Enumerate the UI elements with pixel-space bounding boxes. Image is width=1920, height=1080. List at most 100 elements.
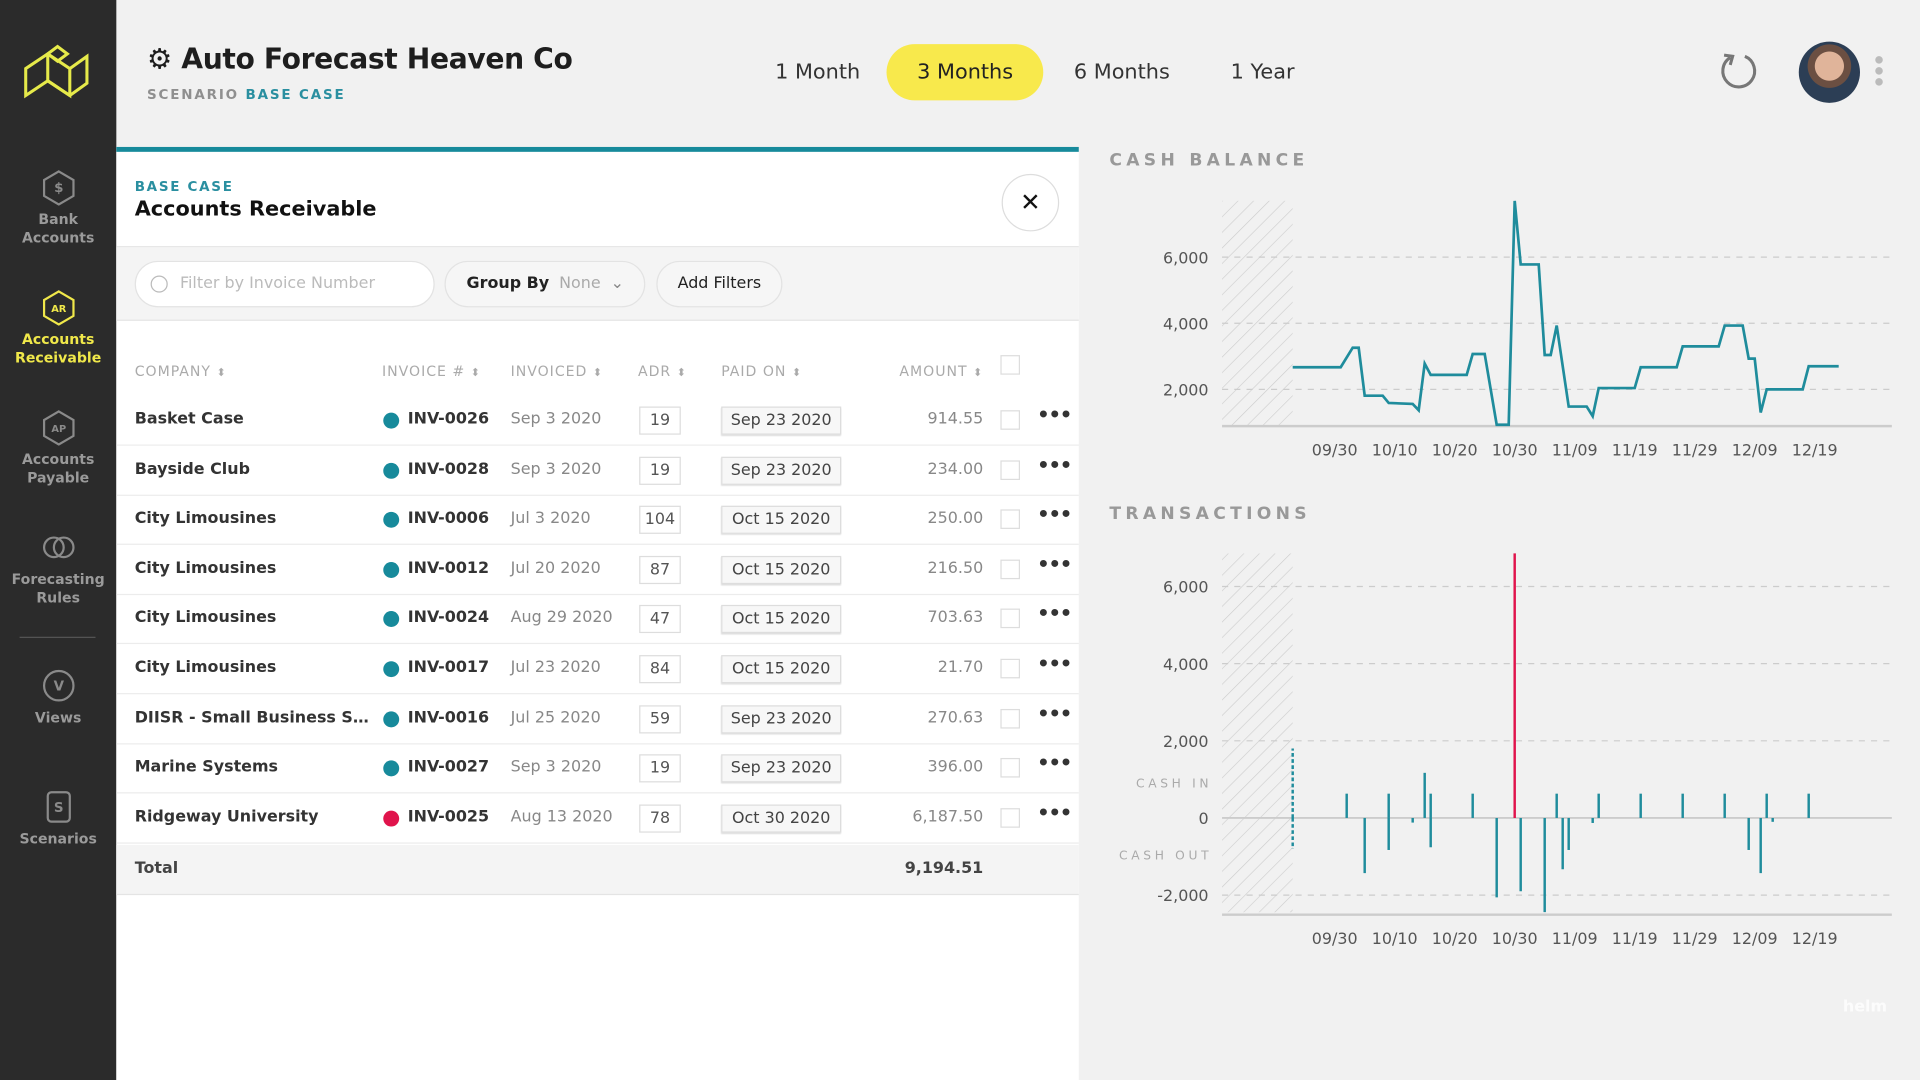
table-row[interactable]: City Limousines INV-0006 Jul 3 2020 104 …	[116, 495, 1079, 546]
sidebar-item-4[interactable]: V Views	[0, 667, 116, 727]
table-row[interactable]: Marine Systems INV-0027 Sep 3 2020 19 Se…	[116, 743, 1079, 794]
invoice-cell[interactable]: INV-0006	[408, 510, 489, 528]
paid-on-datepicker[interactable]: Oct 15 2020	[721, 605, 842, 634]
invoice-cell[interactable]: INV-0024	[408, 609, 489, 627]
invoice-cell[interactable]: INV-0017	[408, 659, 489, 677]
sidebar-item-3[interactable]: Forecasting Rules	[0, 529, 116, 607]
more-options-icon[interactable]: •••	[1037, 701, 1072, 724]
adr-input[interactable]: 47	[639, 605, 681, 634]
chevron-down-icon: ⌄	[610, 274, 624, 293]
company-cell[interactable]: DIISR - Small Business Services	[135, 708, 375, 726]
sidebar-label: Views	[34, 708, 82, 727]
row-checkbox[interactable]	[1000, 708, 1021, 729]
breadcrumb[interactable]: BASE CASE	[135, 179, 234, 195]
paid-on-datepicker[interactable]: Sep 23 2020	[721, 754, 842, 783]
range-tab-0[interactable]: 1 Month	[744, 44, 890, 100]
adr-input[interactable]: 19	[639, 456, 681, 485]
row-checkbox[interactable]	[1000, 559, 1021, 579]
table-row[interactable]: Ridgeway University INV-0025 Aug 13 2020…	[116, 793, 1079, 844]
invoice-cell[interactable]: INV-0025	[408, 808, 489, 826]
company-cell[interactable]: City Limousines	[135, 659, 375, 677]
x-tick-label: 10/20	[1432, 441, 1478, 460]
paid-on-datepicker[interactable]: Sep 23 2020	[721, 456, 842, 485]
adr-input[interactable]: 19	[639, 754, 681, 783]
invoice-cell[interactable]: INV-0028	[408, 460, 489, 478]
adr-input[interactable]: 104	[639, 505, 681, 535]
column-label: INVOICED	[510, 362, 588, 380]
more-options-icon[interactable]: •••	[1037, 801, 1072, 824]
invoiced-cell: Sep 3 2020	[510, 410, 602, 429]
table-row[interactable]: Basket Case INV-0026 Sep 3 2020 19 Sep 2…	[116, 396, 1079, 446]
column-header-1[interactable]: INVOICE # ⬍	[382, 362, 481, 379]
table-row[interactable]: City Limousines INV-0012 Jul 20 2020 87 …	[116, 545, 1079, 595]
paid-on-datepicker[interactable]: Oct 30 2020	[721, 804, 842, 833]
adr-input[interactable]: 19	[639, 406, 681, 435]
company-cell[interactable]: City Limousines	[135, 510, 375, 528]
row-checkbox[interactable]	[1000, 658, 1021, 679]
y-tick-label: 4,000	[1163, 314, 1209, 333]
invoice-search-input[interactable]: Filter by Invoice Number	[134, 260, 435, 308]
svg-text:AR: AR	[51, 304, 67, 315]
sidebar-label: Scenarios	[19, 830, 97, 848]
x-tick-label: 09/30	[1312, 441, 1358, 460]
column-label: COMPANY	[134, 362, 211, 380]
table-row[interactable]: DIISR - Small Business Services INV-0016…	[116, 694, 1079, 744]
group-by-value: None	[559, 274, 601, 293]
invoice-cell[interactable]: INV-0026	[408, 410, 489, 428]
paid-on-datepicker[interactable]: Oct 15 2020	[721, 655, 842, 684]
column-header-3[interactable]: ADR ⬍	[638, 362, 687, 379]
company-cell[interactable]: Ridgeway University	[135, 808, 375, 826]
invoice-cell[interactable]: INV-0016	[408, 708, 489, 726]
company-cell[interactable]: City Limousines	[135, 559, 375, 577]
ar-hexagon-icon: AR	[42, 290, 74, 326]
row-checkbox[interactable]	[1000, 609, 1021, 629]
paid-on-datepicker[interactable]: Sep 23 2020	[721, 406, 842, 435]
table-row[interactable]: City Limousines INV-0024 Aug 29 2020 47 …	[116, 594, 1079, 645]
table-row[interactable]: City Limousines INV-0017 Jul 23 2020 84 …	[116, 644, 1079, 695]
company-cell[interactable]: Marine Systems	[135, 758, 375, 776]
column-header-4[interactable]: PAID ON ⬍	[721, 362, 802, 379]
more-options-icon[interactable]: •••	[1037, 751, 1072, 774]
sidebar-item-1[interactable]: AR Accounts Receivable	[0, 289, 116, 367]
range-tab-1[interactable]: 3 Months	[886, 44, 1044, 101]
helm-logo-icon[interactable]	[21, 42, 92, 106]
row-checkbox[interactable]	[1000, 807, 1021, 828]
x-tick-label: 12/19	[1792, 929, 1838, 948]
invoice-cell[interactable]: INV-0027	[408, 758, 489, 776]
more-options-icon[interactable]: •••	[1037, 502, 1072, 525]
close-button[interactable]: ✕	[1001, 173, 1060, 232]
column-header-5[interactable]: AMOUNT ⬍	[899, 362, 983, 379]
adr-input[interactable]: 59	[639, 704, 681, 733]
sidebar-item-5[interactable]: S Scenarios	[0, 789, 116, 849]
company-cell[interactable]: City Limousines	[135, 609, 375, 627]
more-options-icon[interactable]: •••	[1037, 651, 1072, 674]
row-checkbox[interactable]	[1000, 758, 1021, 778]
column-header-2[interactable]: INVOICED ⬍	[511, 362, 603, 379]
paid-on-datepicker[interactable]: Oct 15 2020	[721, 505, 842, 535]
adr-input[interactable]: 87	[639, 555, 681, 584]
sidebar-item-2[interactable]: AP Accounts Payable	[0, 409, 116, 487]
column-header-0[interactable]: COMPANY ⬍	[135, 362, 227, 379]
gear-icon[interactable]: ⚙	[147, 44, 172, 76]
rules-icon	[42, 536, 74, 559]
table-row[interactable]: Bayside Club INV-0028 Sep 3 2020 19 Sep …	[116, 445, 1079, 496]
more-options-icon[interactable]: •••	[1037, 453, 1072, 476]
adr-input[interactable]: 78	[639, 804, 681, 833]
row-checkbox[interactable]	[1000, 509, 1021, 530]
row-checkbox[interactable]	[1000, 459, 1021, 480]
paid-on-datepicker[interactable]: Oct 15 2020	[721, 555, 842, 584]
adr-input[interactable]: 84	[639, 655, 681, 684]
add-filters-button[interactable]: Add Filters	[656, 260, 783, 308]
row-checkbox[interactable]	[1000, 410, 1021, 430]
group-by-dropdown[interactable]: Group By None ⌄	[444, 260, 646, 308]
invoice-cell[interactable]: INV-0012	[408, 559, 489, 577]
company-cell[interactable]: Basket Case	[135, 410, 375, 428]
company-cell[interactable]: Bayside Club	[135, 460, 375, 478]
paid-on-datepicker[interactable]: Sep 23 2020	[721, 704, 842, 733]
more-options-icon[interactable]: •••	[1037, 552, 1072, 575]
select-all-checkbox[interactable]	[1000, 355, 1021, 375]
more-options-icon[interactable]: •••	[1037, 403, 1072, 426]
scenario-indicator[interactable]: SCENARIO BASE CASE	[147, 87, 346, 103]
sidebar-item-0[interactable]: $ Bank Accounts	[0, 169, 116, 247]
more-options-icon[interactable]: •••	[1037, 602, 1072, 625]
